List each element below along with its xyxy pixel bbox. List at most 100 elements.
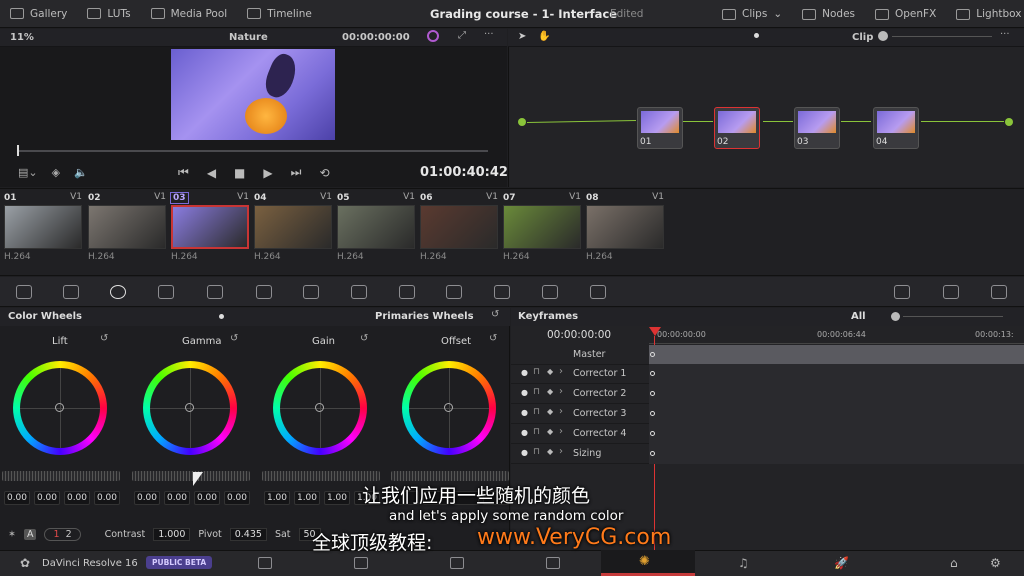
color-match-icon[interactable] (63, 285, 79, 299)
wheel-center-dot[interactable] (185, 403, 194, 412)
wheel-center-dot[interactable] (444, 403, 453, 412)
keyframe-playhead-marker[interactable] (649, 327, 661, 336)
master-wheel-slider[interactable] (391, 471, 509, 481)
clip-name[interactable]: Nature (229, 32, 268, 43)
chevron-right-icon[interactable]: › (559, 446, 563, 457)
page-2-button[interactable]: 2 (66, 529, 72, 540)
layers-icon[interactable]: ◈ (52, 166, 60, 179)
node-02[interactable]: 02 (714, 107, 760, 149)
color-page-tab[interactable]: ✺ (601, 550, 695, 576)
clip-thumbnail[interactable]: 06 V1 H.264 (420, 192, 500, 262)
tracker-icon[interactable] (399, 285, 415, 299)
wheel-value-field[interactable]: 1.00 (294, 491, 320, 505)
fusion-page-icon[interactable] (546, 557, 560, 569)
lock-icon[interactable]: ⊓ (533, 427, 540, 437)
contrast-field[interactable]: 1.000 (153, 528, 191, 541)
more-options-icon[interactable]: ··· (484, 29, 494, 40)
camera-raw-icon[interactable] (16, 285, 32, 299)
master-wheel-slider[interactable] (132, 471, 250, 481)
zoom-slider[interactable] (892, 36, 992, 37)
diamond-icon[interactable]: ◆ (547, 367, 553, 376)
master-wheel-slider[interactable] (262, 471, 380, 481)
node-04[interactable]: 04 (873, 107, 919, 149)
lock-icon[interactable]: ⊓ (533, 447, 540, 457)
keyframe-ruler[interactable]: 00:00:00:00 00:00:06:44 00:00:13: (649, 326, 1024, 344)
zoom-slider-handle[interactable] (878, 31, 888, 41)
hand-icon[interactable]: ✋ (538, 31, 550, 42)
cut-page-icon[interactable] (354, 557, 368, 569)
lock-icon[interactable]: ⊓ (533, 367, 540, 377)
deliver-page-icon[interactable]: 🚀 (834, 556, 849, 570)
chevron-right-icon[interactable]: › (559, 426, 563, 437)
chevron-right-icon[interactable]: › (559, 386, 563, 397)
lightbox-button[interactable]: Lightbox (946, 0, 1024, 28)
output-node[interactable] (1005, 118, 1013, 126)
diamond-icon[interactable]: ◆ (547, 387, 553, 396)
lock-icon[interactable]: ⊓ (533, 407, 540, 417)
wheel-value-field[interactable]: 1.00 (324, 491, 350, 505)
keyframe-marker[interactable] (650, 352, 655, 357)
motion-effects-icon[interactable] (207, 285, 223, 299)
wheel-value-field[interactable]: 0.00 (194, 491, 220, 505)
node-03[interactable]: 03 (794, 107, 840, 149)
stop-icon[interactable]: ■ (234, 166, 245, 180)
keyframes-filter-dropdown[interactable]: All (851, 311, 866, 322)
speaker-icon[interactable]: 🔈 (74, 166, 88, 179)
diamond-icon[interactable]: ◆ (547, 447, 553, 456)
clips-button[interactable]: Clips ⌄ (712, 0, 792, 28)
node-01[interactable]: 01 (637, 107, 683, 149)
openfx-button[interactable]: OpenFX (865, 0, 946, 28)
keyframe-marker[interactable] (650, 451, 655, 456)
key-icon[interactable] (494, 285, 510, 299)
color-wheels-icon[interactable] (110, 285, 126, 299)
window-icon[interactable] (351, 285, 367, 299)
last-frame-icon[interactable]: ⏭ (291, 165, 302, 180)
media-pool-button[interactable]: Media Pool (141, 0, 238, 28)
chevron-right-icon[interactable]: › (559, 366, 563, 377)
wheel-value-field[interactable]: 0.00 (164, 491, 190, 505)
luts-button[interactable]: LUTs (77, 0, 140, 28)
wheel-value-field[interactable]: 1.00 (264, 491, 290, 505)
wheel-value-field[interactable]: 0.00 (34, 491, 60, 505)
diamond-icon[interactable]: ◆ (547, 407, 553, 416)
loop-icon[interactable]: ⟲ (319, 166, 329, 180)
diamond-icon[interactable]: ◆ (547, 427, 553, 436)
wheel-value-field[interactable]: 0.00 (4, 491, 30, 505)
color-icon[interactable] (427, 30, 439, 42)
wheel-reset-icon[interactable]: ↺ (360, 333, 368, 344)
auto-icon[interactable]: A (23, 529, 37, 540)
master-wheel-slider[interactable] (2, 471, 120, 481)
keyframe-row[interactable]: ● ⊓ ◆ › Corrector 1 (511, 364, 1024, 384)
lock-icon[interactable]: ⊓ (533, 387, 540, 397)
blur-icon[interactable] (446, 285, 462, 299)
wheel-reset-icon[interactable]: ↺ (100, 333, 108, 344)
wheel-reset-icon[interactable]: ↺ (489, 333, 497, 344)
viewer-playhead[interactable] (17, 145, 19, 156)
page-1-button[interactable]: 1 (53, 529, 59, 540)
chevron-right-icon[interactable]: › (559, 406, 563, 417)
keyframe-zoom-slider[interactable] (903, 316, 1003, 317)
clip-thumbnail[interactable]: 07 V1 H.264 (503, 192, 583, 262)
wheel-center-dot[interactable] (55, 403, 64, 412)
media-page-icon[interactable] (258, 557, 272, 569)
first-frame-icon[interactable]: ⏮ (178, 165, 189, 180)
edit-page-icon[interactable] (450, 557, 464, 569)
source-input[interactable] (518, 118, 526, 126)
keyframes-icon[interactable] (894, 285, 910, 299)
keyframe-row[interactable]: ● ⊓ ◆ › Corrector 2 (511, 384, 1024, 404)
viewer-mode-icon[interactable]: ▤⌄ (18, 166, 38, 179)
sizing-icon[interactable] (542, 285, 558, 299)
keyframe-marker[interactable] (650, 371, 655, 376)
wheel-value-field[interactable]: 0.00 (94, 491, 120, 505)
keyframe-marker[interactable] (650, 431, 655, 436)
fullscreen-icon[interactable]: ⤢ (458, 30, 466, 41)
3d-icon[interactable] (590, 285, 606, 299)
clip-thumbnail[interactable]: 01 V1 H.264 (4, 192, 84, 262)
wheel-reset-icon[interactable]: ↺ (230, 333, 238, 344)
wheels-mode-dropdown[interactable]: Primaries Wheels (375, 311, 474, 322)
clip-thumbnail[interactable]: 02 V1 H.264 (88, 192, 168, 262)
play-icon[interactable]: ▶ (263, 166, 272, 180)
home-icon[interactable]: ⌂ (950, 556, 958, 570)
timeline-button[interactable]: Timeline (237, 0, 322, 28)
keyframe-row[interactable]: ● ⊓ ◆ › Sizing (511, 444, 1024, 464)
